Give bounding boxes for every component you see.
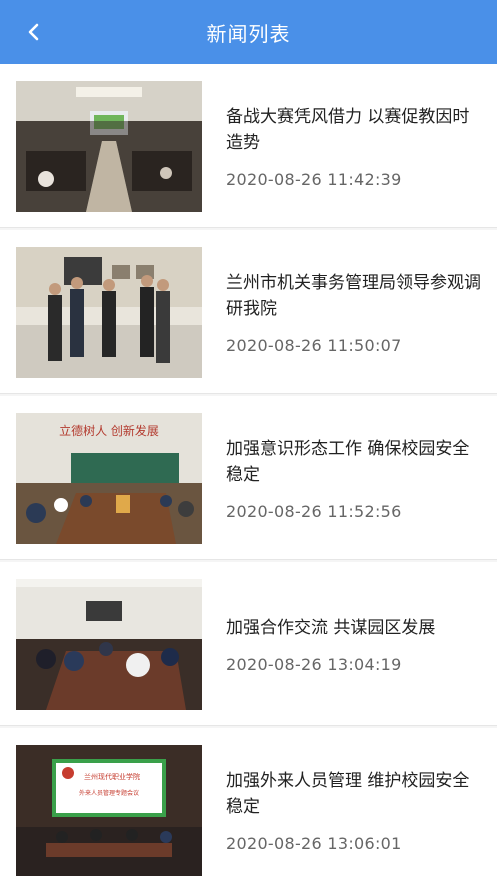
news-text: 兰州市机关事务管理局领导参观调研我院 2020-08-26 11:50:07 — [226, 270, 481, 355]
news-text: 加强外来人员管理 维护校园安全稳定 2020-08-26 13:06:01 — [226, 768, 481, 853]
news-title: 兰州市机关事务管理局领导参观调研我院 — [226, 273, 481, 319]
news-thumbnail — [16, 247, 202, 378]
app-header: 新闻列表 — [0, 0, 497, 64]
news-time: 2020-08-26 13:06:01 — [226, 834, 402, 853]
news-text: 加强意识形态工作 确保校园安全稳定 2020-08-26 11:52:56 — [226, 436, 481, 521]
slide-subtitle: 外来人员管理专题会议 — [79, 789, 139, 797]
news-time: 2020-08-26 11:52:56 — [226, 502, 402, 521]
banner-text: 立德树人 创新发展 — [59, 423, 159, 438]
news-title: 备战大赛凭风借力 以赛促教因时造势 — [226, 107, 470, 153]
divider — [0, 725, 497, 726]
news-time: 2020-08-26 13:04:19 — [226, 655, 402, 674]
news-text: 加强合作交流 共谋园区发展 2020-08-26 13:04:19 — [226, 615, 481, 674]
news-list: 备战大赛凭风借力 以赛促教因时造势 2020-08-26 11:42:39 兰州… — [0, 64, 497, 883]
news-item[interactable]: 备战大赛凭风借力 以赛促教因时造势 2020-08-26 11:42:39 — [0, 64, 497, 228]
news-text: 备战大赛凭风借力 以赛促教因时造势 2020-08-26 11:42:39 — [226, 104, 481, 189]
news-thumbnail: 兰州现代职业学院 外来人员管理专题会议 — [16, 745, 202, 876]
news-title: 加强合作交流 共谋园区发展 — [226, 618, 436, 638]
news-title: 加强意识形态工作 确保校园安全稳定 — [226, 439, 470, 485]
news-item[interactable]: 加强合作交流 共谋园区发展 2020-08-26 13:04:19 — [0, 562, 497, 726]
slide-title: 兰州现代职业学院 — [84, 772, 140, 781]
back-button[interactable] — [14, 14, 54, 50]
news-time: 2020-08-26 11:42:39 — [226, 170, 402, 189]
news-thumbnail — [16, 579, 202, 710]
news-thumbnail — [16, 81, 202, 212]
page-title: 新闻列表 — [206, 21, 291, 46]
news-title: 加强外来人员管理 维护校园安全稳定 — [226, 771, 470, 817]
divider — [0, 227, 497, 228]
divider — [0, 559, 497, 560]
divider — [0, 393, 497, 394]
news-time: 2020-08-26 11:50:07 — [226, 336, 402, 355]
chevron-left-icon — [28, 23, 39, 41]
news-item[interactable]: 兰州现代职业学院 外来人员管理专题会议 加强外来人员管理 维护校园安全稳定 20… — [0, 728, 497, 883]
news-item[interactable]: 兰州市机关事务管理局领导参观调研我院 2020-08-26 11:50:07 — [0, 230, 497, 394]
news-item[interactable]: 立德树人 创新发展 加强意识形态工作 确保校园安全稳定 2020-08-26 1… — [0, 396, 497, 560]
news-thumbnail: 立德树人 创新发展 — [16, 413, 202, 544]
